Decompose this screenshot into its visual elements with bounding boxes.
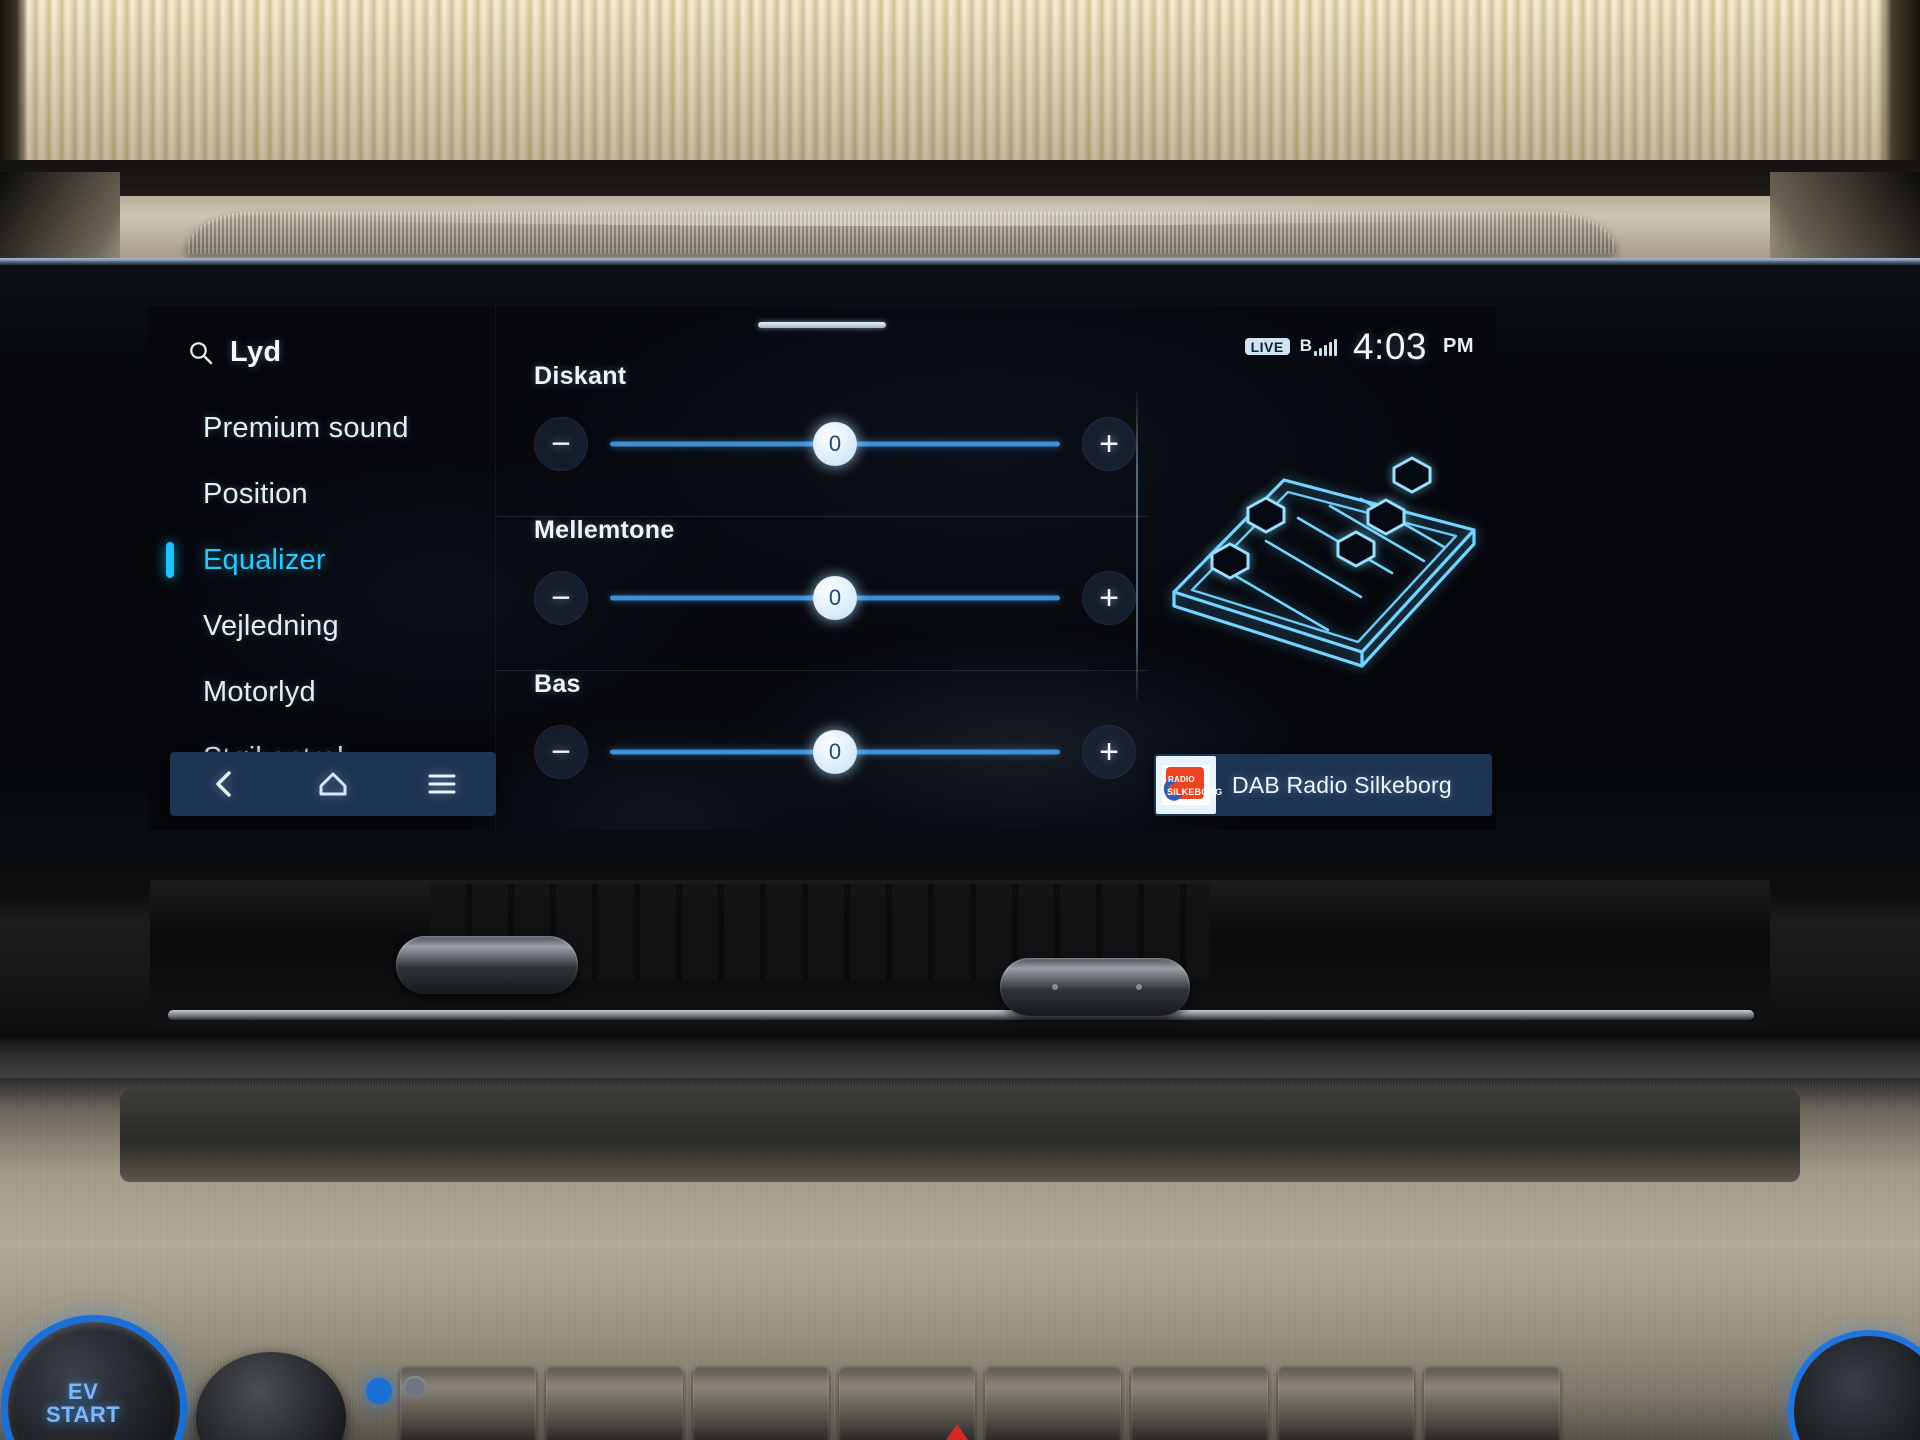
now-playing-bar[interactable]: RADIO SILKEBORG DAB Radio Silkeborg [1154, 754, 1492, 816]
home-icon [317, 769, 349, 799]
wall-left-shadow [0, 0, 28, 172]
panel-divider [1136, 392, 1138, 702]
active-indicator [166, 542, 174, 578]
logo-line2: SILKEBORG [1167, 787, 1223, 797]
radio-silkeborg-logo: RADIO SILKEBORG [1156, 756, 1222, 814]
plus-icon: + [1099, 579, 1119, 617]
physical-button[interactable] [1277, 1366, 1414, 1440]
page-title: Lyd [230, 336, 282, 368]
physical-button[interactable] [985, 1366, 1122, 1440]
decrease-midrange-button[interactable]: − [534, 571, 588, 625]
minus-icon: − [551, 425, 571, 463]
home-button[interactable] [298, 752, 368, 816]
hamburger-menu-icon [427, 772, 457, 796]
hazard-indicator-icon [946, 1424, 968, 1440]
air-vent-knob-left[interactable] [396, 936, 578, 994]
midrange-slider[interactable]: 0 [610, 571, 1060, 625]
now-playing-title: DAB Radio Silkeborg [1232, 771, 1452, 798]
sidebar-item-equalizer[interactable]: Equalizer [148, 527, 495, 593]
sidebar-item-position[interactable]: Position [148, 461, 495, 527]
sidebar-item-motorlyd[interactable]: Motorlyd [148, 659, 495, 725]
ev-start-line1: EV [67, 1379, 99, 1404]
band-label: Diskant [534, 362, 627, 390]
physical-button[interactable] [692, 1366, 829, 1440]
slider-thumb[interactable]: 0 [813, 422, 857, 466]
increase-bass-button[interactable]: + [1082, 725, 1136, 779]
physical-button[interactable] [1131, 1366, 1268, 1440]
physical-button[interactable] [546, 1366, 683, 1440]
sidebar-item-label: Premium sound [203, 411, 409, 444]
sidebar-header[interactable]: Lyd [148, 336, 495, 369]
band-control: − 0 + [534, 417, 1136, 471]
logo-line1: RADIO [1168, 775, 1195, 784]
band-label: Bas [534, 670, 581, 698]
band-control: − 0 + [534, 725, 1136, 779]
bottom-navigation-bar [170, 752, 496, 816]
menu-button[interactable] [407, 752, 477, 816]
decrease-treble-button[interactable]: − [534, 417, 588, 471]
air-vent-rail [168, 1010, 1754, 1020]
sidebar-item-label: Position [203, 477, 308, 510]
ev-start-line2: START [46, 1402, 121, 1428]
search-icon[interactable] [188, 340, 214, 366]
sidebar-item-label: Vejledning [203, 609, 339, 642]
slider-thumb[interactable]: 0 [813, 730, 857, 774]
equalizer-band-bass: Bas − 0 + [496, 670, 1148, 824]
equalizer-band-treble: Diskant − 0 + [496, 362, 1136, 516]
console-indicator-blue [366, 1378, 392, 1404]
dashboard-photo: LIVE B 4:03 PM Lyd Premium sound Positio… [0, 0, 1920, 1440]
plus-icon: + [1099, 733, 1119, 771]
slider-thumb[interactable]: 0 [813, 576, 857, 620]
minus-icon: − [551, 579, 571, 617]
physical-button[interactable] [1423, 1366, 1560, 1440]
increase-midrange-button[interactable]: + [1082, 571, 1136, 625]
equalizer-mixer-board-illustration [1156, 444, 1486, 674]
treble-slider[interactable]: 0 [610, 417, 1060, 471]
console-button-small[interactable] [404, 1376, 426, 1398]
sidebar-item-premium-sound[interactable]: Premium sound [148, 395, 495, 461]
logo-artwork: RADIO SILKEBORG [1160, 765, 1222, 805]
equalizer-band-midrange: Mellemtone − 0 + [496, 516, 1148, 670]
band-label: Mellemtone [534, 516, 675, 544]
dash-glare [196, 196, 1594, 226]
sidebar-item-label: Equalizer [203, 543, 326, 576]
console-trough [120, 1090, 1800, 1182]
increase-treble-button[interactable]: + [1082, 417, 1136, 471]
bass-slider[interactable]: 0 [610, 725, 1060, 779]
sidebar-nav-list: Premium sound Position Equalizer Vejledn… [148, 395, 495, 791]
band-control: − 0 + [534, 571, 1136, 625]
sidebar-item-vejledning[interactable]: Vejledning [148, 593, 495, 659]
plus-icon: + [1099, 425, 1119, 463]
wall-right-shadow [1880, 0, 1920, 172]
physical-button-strip [400, 1366, 1560, 1440]
illustration-panel [1136, 306, 1496, 830]
infotainment-screen: LIVE B 4:03 PM Lyd Premium sound Positio… [148, 306, 1496, 830]
bezel-highlight [0, 258, 1920, 265]
chevron-left-icon [211, 768, 237, 800]
back-button[interactable] [189, 752, 259, 816]
ev-start-label: EV START [46, 1380, 120, 1426]
decrease-bass-button[interactable]: − [534, 725, 588, 779]
sidebar-item-label: Motorlyd [203, 675, 316, 708]
minus-icon: − [551, 733, 571, 771]
background-wall [0, 0, 1920, 172]
equalizer-panel: Diskant − 0 + Mellemtone − 0 + Bas − 0 + [496, 306, 1148, 830]
air-vent-knob-right[interactable] [1000, 958, 1190, 1016]
